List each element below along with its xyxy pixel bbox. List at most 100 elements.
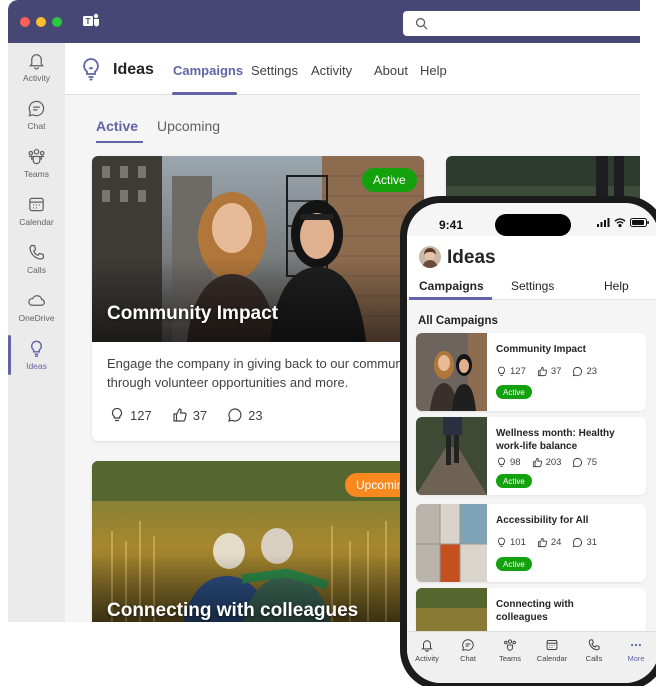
teams-icon <box>504 639 516 651</box>
phone-bottom-nav: Activity Chat Teams Calendar Calls More <box>407 631 656 683</box>
thumbs-up-icon <box>173 408 187 422</box>
wifi-icon <box>614 218 626 227</box>
rail-item-chat[interactable]: Chat <box>8 99 65 145</box>
tab-settings[interactable]: Settings <box>251 63 298 78</box>
nav-label: Calls <box>585 654 603 663</box>
rail-label: Teams <box>23 169 50 179</box>
tab-about[interactable]: About <box>374 63 408 78</box>
phone-tab-help[interactable]: Help <box>604 279 629 293</box>
tab-activity[interactable]: Activity <box>311 63 352 78</box>
subtab-upcoming[interactable]: Upcoming <box>157 118 220 134</box>
campaign-title: Connecting with colleagues <box>107 600 359 621</box>
status-time: 9:41 <box>439 218 464 232</box>
app-rail: Activity Chat Teams Calendar Calls OneDr… <box>8 43 65 622</box>
thumbs-up-icon <box>537 537 547 548</box>
nav-label: More <box>627 654 645 663</box>
comments-value: 31 <box>586 537 598 548</box>
active-subtab-indicator <box>96 141 143 143</box>
calendar-icon <box>546 639 558 651</box>
rail-item-teams[interactable]: Teams <box>8 147 65 193</box>
nav-chat[interactable]: Chat <box>448 638 488 663</box>
nav-label: Calendar <box>536 654 568 663</box>
ideas-count: 127 <box>109 407 152 423</box>
comments-count[interactable]: 23 <box>227 407 263 423</box>
comment-icon <box>573 366 583 377</box>
phone-icon <box>588 639 600 651</box>
lightbulb-icon <box>111 407 123 422</box>
close-window-button[interactable] <box>20 17 30 27</box>
status-badge: Active <box>496 557 532 571</box>
campaign-stats: 98 203 75 <box>496 457 608 468</box>
search-input[interactable] <box>403 11 640 36</box>
bell-icon <box>28 54 45 70</box>
campaign-thumbnail <box>416 417 487 495</box>
comments-count[interactable]: 31 <box>572 537 597 548</box>
campaign-card[interactable]: Active Community Impact Engage the compa… <box>92 156 424 441</box>
subtab-active[interactable]: Active <box>96 118 138 134</box>
app-header: Ideas Campaigns Settings Activity About … <box>65 43 640 95</box>
campaign-stats: 127 37 23 <box>109 407 283 423</box>
campaign-card[interactable]: Upcomin Connecting with colleagues <box>92 461 424 622</box>
mobile-phone: 9:41 Ideas Campaigns Settings Help All C… <box>400 196 656 686</box>
more-icon <box>631 643 641 647</box>
chat-icon <box>462 639 474 651</box>
comments-count[interactable]: 75 <box>572 457 597 468</box>
teams-icon <box>28 148 45 165</box>
phone-campaign-card[interactable]: Community Impact 127 37 23 Active <box>416 333 646 411</box>
rail-item-calls[interactable]: Calls <box>8 243 65 289</box>
thumbs-up-icon <box>537 366 547 377</box>
nav-activity[interactable]: Activity <box>407 638 447 663</box>
comment-icon <box>573 457 583 468</box>
rail-item-calendar[interactable]: Calendar <box>8 195 65 241</box>
ideas-value: 127 <box>510 366 526 377</box>
ideas-value: 98 <box>510 457 521 468</box>
phone-tab-campaigns[interactable]: Campaigns <box>419 279 484 293</box>
campaign-stats: 127 37 23 <box>496 366 608 377</box>
rail-item-activity[interactable]: Activity <box>8 51 65 97</box>
lightbulb-icon <box>497 366 506 376</box>
nav-teams[interactable]: Teams <box>490 638 530 663</box>
rail-item-onedrive[interactable]: OneDrive <box>8 291 65 337</box>
status-icons <box>597 218 649 227</box>
likes-count[interactable]: 24 <box>537 537 561 548</box>
app-title: Ideas <box>113 61 154 78</box>
likes-count[interactable]: 37 <box>172 407 207 423</box>
minimize-window-button[interactable] <box>36 17 46 27</box>
avatar[interactable] <box>419 246 441 268</box>
tab-help[interactable]: Help <box>420 63 447 78</box>
title-line: colleagues <box>496 612 548 623</box>
likes-count[interactable]: 37 <box>537 366 561 377</box>
campaign-title: Connecting with colleagues <box>496 598 641 624</box>
rail-item-ideas[interactable]: Ideas <box>8 339 65 385</box>
campaign-description: Engage the company in giving back to our… <box>107 354 424 392</box>
cloud-icon <box>28 295 45 306</box>
phone-campaign-card[interactable]: Wellness month: Healthy work-life balance… <box>416 417 646 495</box>
tab-campaigns[interactable]: Campaigns <box>173 63 243 78</box>
comments-count[interactable]: 23 <box>572 366 597 377</box>
phone-icon <box>29 244 45 260</box>
bell-icon <box>421 640 433 652</box>
ideas-count: 101 <box>496 537 526 548</box>
campaign-title: Community Impact <box>107 303 279 324</box>
phone-campaign-card[interactable]: Accessibility for All 101 24 31 Active <box>416 504 646 582</box>
phone-tab-settings[interactable]: Settings <box>511 279 554 293</box>
rail-label: Chat <box>27 121 46 131</box>
nav-label: Activity <box>415 654 439 663</box>
campaign-thumbnail <box>416 333 487 411</box>
thumbs-up-icon <box>532 457 542 468</box>
teams-logo-icon: T <box>83 13 99 27</box>
campaign-title: Wellness month: Healthy work-life balance <box>496 427 641 453</box>
ideas-count: 98 <box>496 457 521 468</box>
nav-more[interactable]: More <box>616 638 656 663</box>
likes-count[interactable]: 203 <box>532 457 561 468</box>
title-line: Wellness month: Healthy <box>496 428 615 439</box>
nav-calendar[interactable]: Calendar <box>532 638 572 663</box>
campaign-thumbnail <box>416 504 487 582</box>
nav-calls[interactable]: Calls <box>574 638 614 663</box>
rail-label: Activity <box>23 73 50 83</box>
phone-app-header: Ideas Campaigns Settings Help <box>407 236 656 300</box>
battery-icon <box>630 218 649 227</box>
comments-value: 23 <box>248 407 263 423</box>
status-badge: Active <box>496 385 532 399</box>
maximize-window-button[interactable] <box>52 17 62 27</box>
